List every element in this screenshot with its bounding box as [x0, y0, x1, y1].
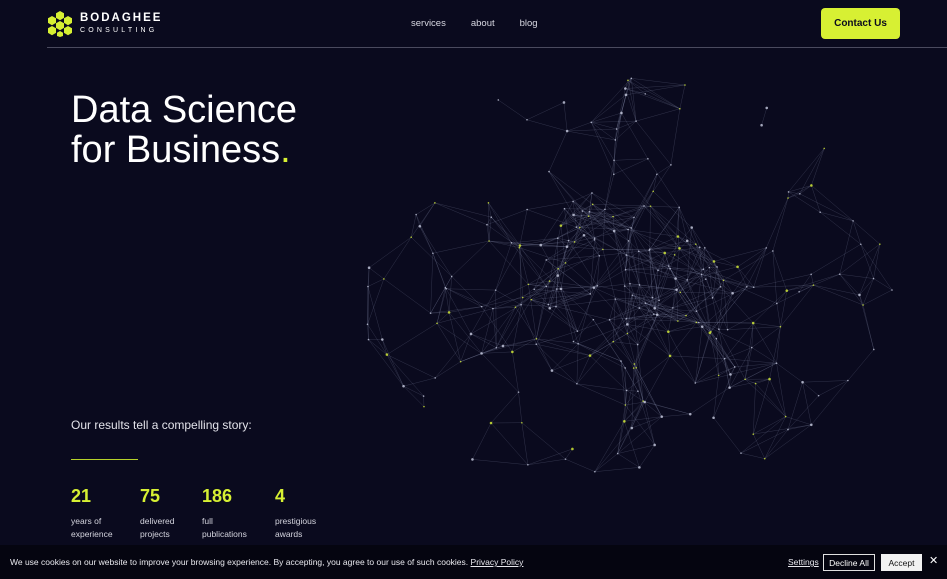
decline-all-button[interactable]: Decline All	[823, 554, 875, 571]
stat-label: full publications	[202, 516, 247, 539]
nav-about[interactable]: about	[471, 18, 495, 29]
nav-services[interactable]: services	[411, 18, 446, 29]
stat-label: years of experience	[71, 516, 113, 539]
hero-accent-dot: .	[280, 129, 291, 171]
nav-blog[interactable]: blog	[520, 18, 538, 29]
cookie-settings-link[interactable]: Settings	[788, 557, 819, 567]
hero-line-2: for Business	[71, 129, 281, 171]
contact-us-button[interactable]: Contact Us	[821, 8, 900, 39]
brand-subtitle: CONSULTING	[80, 27, 158, 35]
stat-value: 21	[71, 486, 92, 506]
stat-publications: 186 full publications	[202, 486, 247, 541]
brand-logo[interactable]: BODAGHEE CONSULTING	[47, 10, 162, 37]
cookie-message: We use cookies on our website to improve…	[10, 557, 524, 567]
stat-value: 75	[140, 486, 161, 506]
close-icon[interactable]: ✕	[929, 554, 938, 567]
main-nav: services about blog	[411, 18, 563, 29]
hero-title: Data Science for Business.	[71, 90, 297, 170]
stat-years: 21 years of experience	[71, 486, 113, 541]
brand-name: BODAGHEE	[80, 11, 163, 24]
stat-projects: 75 delivered projects	[140, 486, 175, 541]
privacy-policy-link[interactable]: Privacy Policy	[471, 557, 524, 567]
hero-line-1: Data Science	[71, 89, 298, 131]
stat-value: 4	[275, 486, 286, 506]
accept-button[interactable]: Accept	[881, 554, 922, 571]
results-intro: Our results tell a compelling story:	[71, 418, 252, 432]
stat-value: 186	[202, 486, 233, 506]
stat-awards: 4 prestigious awards	[275, 486, 316, 541]
header-divider	[47, 47, 947, 48]
stat-label: delivered projects	[140, 516, 175, 539]
hexagon-logo-icon	[48, 11, 72, 37]
cookie-banner: We use cookies on our website to improve…	[0, 545, 947, 579]
accent-divider	[71, 459, 138, 460]
stat-label: prestigious awards	[275, 516, 317, 539]
